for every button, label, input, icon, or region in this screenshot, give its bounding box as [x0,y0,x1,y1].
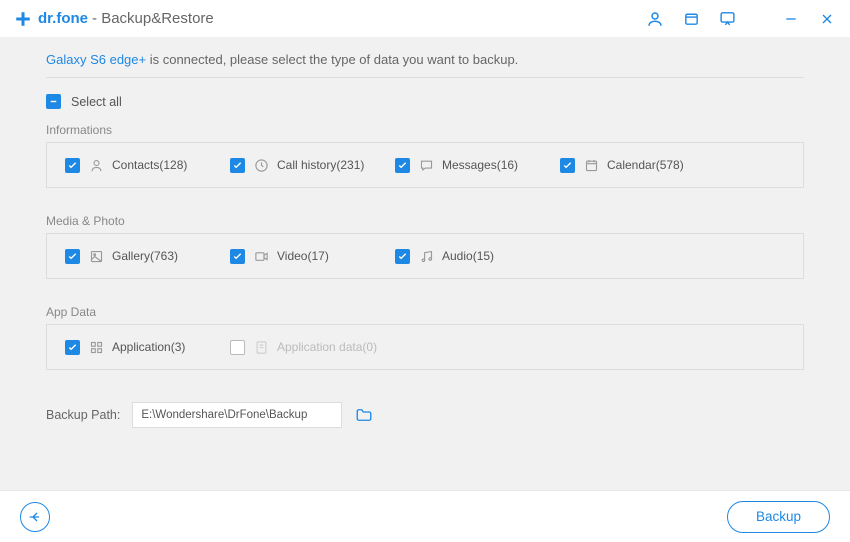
app-window: dr.fone - Backup&Restore Ga [0,0,850,542]
data-type-item: Call history(231) [230,157,395,173]
item-label: Audio(15) [442,249,494,263]
package-icon[interactable] [682,10,700,28]
item-checkbox[interactable] [65,249,80,264]
select-all-row: Select all [46,94,804,109]
item-label: Call history(231) [277,158,364,172]
brand-text: dr.fone [38,10,88,27]
section-box: Gallery(763) Video(17) Audio(15) [46,233,804,279]
account-icon[interactable] [646,10,664,28]
select-all-label: Select all [71,95,122,109]
backup-path-input[interactable] [132,402,342,428]
minimize-icon[interactable] [782,10,800,28]
section-box: Application(3) Application data(0) [46,324,804,370]
item-checkbox[interactable] [65,158,80,173]
browse-folder-icon[interactable] [354,405,374,425]
section-label: App Data [46,305,804,319]
gallery-icon [88,248,104,264]
back-button[interactable] [20,502,50,532]
item-checkbox[interactable] [65,340,80,355]
audio-icon [418,248,434,264]
item-label: Application data(0) [277,340,377,354]
appdata-icon [253,339,269,355]
clock-icon [253,157,269,173]
item-label: Messages(16) [442,158,518,172]
titlebar-actions [646,10,836,28]
section-row: Gallery(763) Video(17) Audio(15) [65,248,785,264]
footer: Backup [0,490,850,542]
data-type-item: Audio(15) [395,248,560,264]
data-type-item: Gallery(763) [65,248,230,264]
section-label: Informations [46,123,804,137]
select-all-checkbox[interactable] [46,94,61,109]
device-name: Galaxy S6 edge+ [46,52,146,67]
feedback-icon[interactable] [718,10,736,28]
section-row: Contacts(128) Call history(231) Messages(1… [65,157,785,173]
item-checkbox[interactable] [230,249,245,264]
data-type-item: Calendar(578) [560,157,725,173]
drfone-logo-icon [14,10,32,28]
backup-path-label: Backup Path: [46,408,120,422]
data-type-item: Application(3) [65,339,230,355]
item-label: Calendar(578) [607,158,684,172]
message-icon [418,157,434,173]
item-checkbox[interactable] [395,249,410,264]
app-icon [88,339,104,355]
item-label: Gallery(763) [112,249,178,263]
data-type-item: Application data(0) [230,339,395,355]
item-label: Video(17) [277,249,329,263]
data-type-item: Contacts(128) [65,157,230,173]
content-area: Galaxy S6 edge+ is connected, please sel… [0,38,850,490]
item-checkbox[interactable] [395,158,410,173]
section-box: Contacts(128) Call history(231) Messages(1… [46,142,804,188]
item-label: Application(3) [112,340,185,354]
backup-button-label: Backup [756,509,801,524]
item-label: Contacts(128) [112,158,187,172]
titlebar: dr.fone - Backup&Restore [0,0,850,38]
close-icon[interactable] [818,10,836,28]
video-icon [253,248,269,264]
backup-path-row: Backup Path: [46,402,804,428]
section-row: Application(3) Application data(0) [65,339,785,355]
data-type-item: Messages(16) [395,157,560,173]
item-checkbox[interactable] [230,158,245,173]
app-logo: dr.fone [14,10,88,28]
status-message: is connected, please select the type of … [146,52,518,67]
contact-icon [88,157,104,173]
status-line: Galaxy S6 edge+ is connected, please sel… [46,52,804,78]
item-checkbox[interactable] [560,158,575,173]
item-checkbox [230,340,245,355]
data-type-item: Video(17) [230,248,395,264]
calendar-icon [583,157,599,173]
section-label: Media & Photo [46,214,804,228]
window-title: - Backup&Restore [92,10,214,27]
backup-button[interactable]: Backup [727,501,830,533]
